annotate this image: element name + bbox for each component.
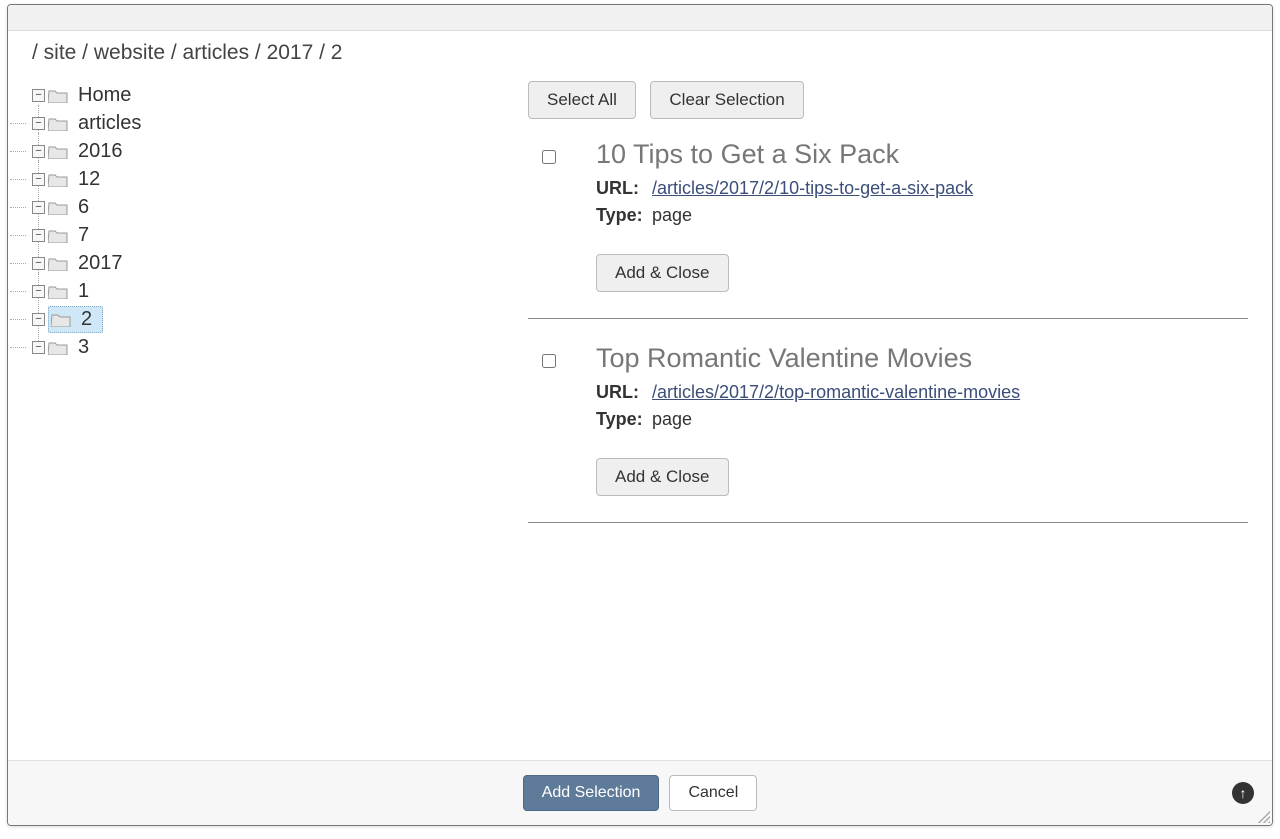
list-item: Top Romantic Valentine Movies URL: /arti… bbox=[528, 343, 1248, 523]
collapse-icon[interactable]: − bbox=[32, 117, 45, 130]
select-all-button[interactable]: Select All bbox=[528, 81, 636, 119]
tree-node-3[interactable]: − 3 bbox=[32, 333, 508, 361]
collapse-icon[interactable]: − bbox=[32, 285, 45, 298]
type-label: Type: bbox=[596, 409, 652, 430]
tree-label-articles[interactable]: articles bbox=[74, 112, 145, 135]
tree-node-2[interactable]: − 2 bbox=[32, 305, 508, 333]
url-label: URL: bbox=[596, 382, 652, 403]
collapse-icon[interactable]: − bbox=[32, 313, 45, 326]
folder-icon bbox=[48, 116, 68, 131]
tree-label-2017[interactable]: 2017 bbox=[74, 252, 127, 275]
dialog-footer: Add Selection Cancel ↑ bbox=[8, 760, 1272, 825]
add-and-close-button[interactable]: Add & Close bbox=[596, 458, 729, 496]
folder-icon bbox=[48, 228, 68, 243]
tree-node-6[interactable]: − 6 bbox=[32, 193, 508, 221]
tree-label-2016[interactable]: 2016 bbox=[74, 140, 127, 163]
scroll-to-top-button[interactable]: ↑ bbox=[1232, 782, 1254, 804]
item-type: page bbox=[652, 409, 692, 430]
toolbar: Select All Clear Selection bbox=[528, 81, 1248, 119]
tree-label-6[interactable]: 6 bbox=[74, 196, 93, 219]
folder-icon bbox=[48, 340, 68, 355]
tree-node-articles[interactable]: − articles − bbox=[32, 109, 508, 361]
item-url-link[interactable]: /articles/2017/2/top-romantic-valentine-… bbox=[652, 382, 1020, 402]
folder-icon bbox=[48, 256, 68, 271]
folder-icon bbox=[48, 172, 68, 187]
tree-label-7[interactable]: 7 bbox=[74, 224, 93, 247]
folder-icon bbox=[48, 284, 68, 299]
collapse-icon[interactable]: − bbox=[32, 173, 45, 186]
tree-label-3[interactable]: 3 bbox=[74, 336, 93, 359]
url-label: URL: bbox=[596, 178, 652, 199]
folder-icon bbox=[48, 144, 68, 159]
list-item: 10 Tips to Get a Six Pack URL: /articles… bbox=[528, 139, 1248, 319]
item-url-link[interactable]: /articles/2017/2/10-tips-to-get-a-six-pa… bbox=[652, 178, 973, 198]
dialog-body: − Home − articles bbox=[8, 69, 1272, 760]
content-pane: Select All Clear Selection 10 Tips to Ge… bbox=[508, 69, 1272, 760]
tree-label-2[interactable]: 2 bbox=[77, 308, 96, 331]
tree-label-1[interactable]: 1 bbox=[74, 280, 93, 303]
folder-icon bbox=[48, 88, 68, 103]
tree-node-12[interactable]: − 12 bbox=[32, 165, 508, 193]
item-checkbox[interactable] bbox=[542, 150, 556, 164]
dialog-header bbox=[8, 5, 1272, 31]
collapse-icon[interactable]: − bbox=[32, 201, 45, 214]
tree-node-home[interactable]: − Home − articles bbox=[32, 81, 508, 361]
arrow-up-icon: ↑ bbox=[1240, 785, 1247, 801]
tree-node-1[interactable]: − 1 bbox=[32, 277, 508, 305]
item-checkbox[interactable] bbox=[542, 354, 556, 368]
collapse-icon[interactable]: − bbox=[32, 257, 45, 270]
cancel-button[interactable]: Cancel bbox=[669, 775, 757, 811]
item-type: page bbox=[652, 205, 692, 226]
collapse-icon[interactable]: − bbox=[32, 145, 45, 158]
type-label: Type: bbox=[596, 205, 652, 226]
tree-node-2016[interactable]: − 2016 bbox=[32, 137, 508, 249]
collapse-icon[interactable]: − bbox=[32, 229, 45, 242]
dialog: / site / website / articles / 2017 / 2 −… bbox=[7, 4, 1273, 826]
tree-node-7[interactable]: − 7 bbox=[32, 221, 508, 249]
tree-node-2017[interactable]: − 2017 bbox=[32, 249, 508, 361]
clear-selection-button[interactable]: Clear Selection bbox=[650, 81, 803, 119]
item-title: 10 Tips to Get a Six Pack bbox=[596, 139, 899, 170]
item-title: Top Romantic Valentine Movies bbox=[596, 343, 972, 374]
breadcrumb: / site / website / articles / 2017 / 2 bbox=[8, 31, 1272, 69]
add-selection-button[interactable]: Add Selection bbox=[523, 775, 660, 811]
resize-grip[interactable] bbox=[1258, 811, 1270, 823]
add-and-close-button[interactable]: Add & Close bbox=[596, 254, 729, 292]
collapse-icon[interactable]: − bbox=[32, 89, 45, 102]
tree-pane: − Home − articles bbox=[8, 69, 508, 760]
tree-label-12[interactable]: 12 bbox=[74, 168, 104, 191]
collapse-icon[interactable]: − bbox=[32, 341, 45, 354]
tree-label-home[interactable]: Home bbox=[74, 84, 135, 107]
folder-icon bbox=[51, 312, 71, 327]
folder-icon bbox=[48, 200, 68, 215]
